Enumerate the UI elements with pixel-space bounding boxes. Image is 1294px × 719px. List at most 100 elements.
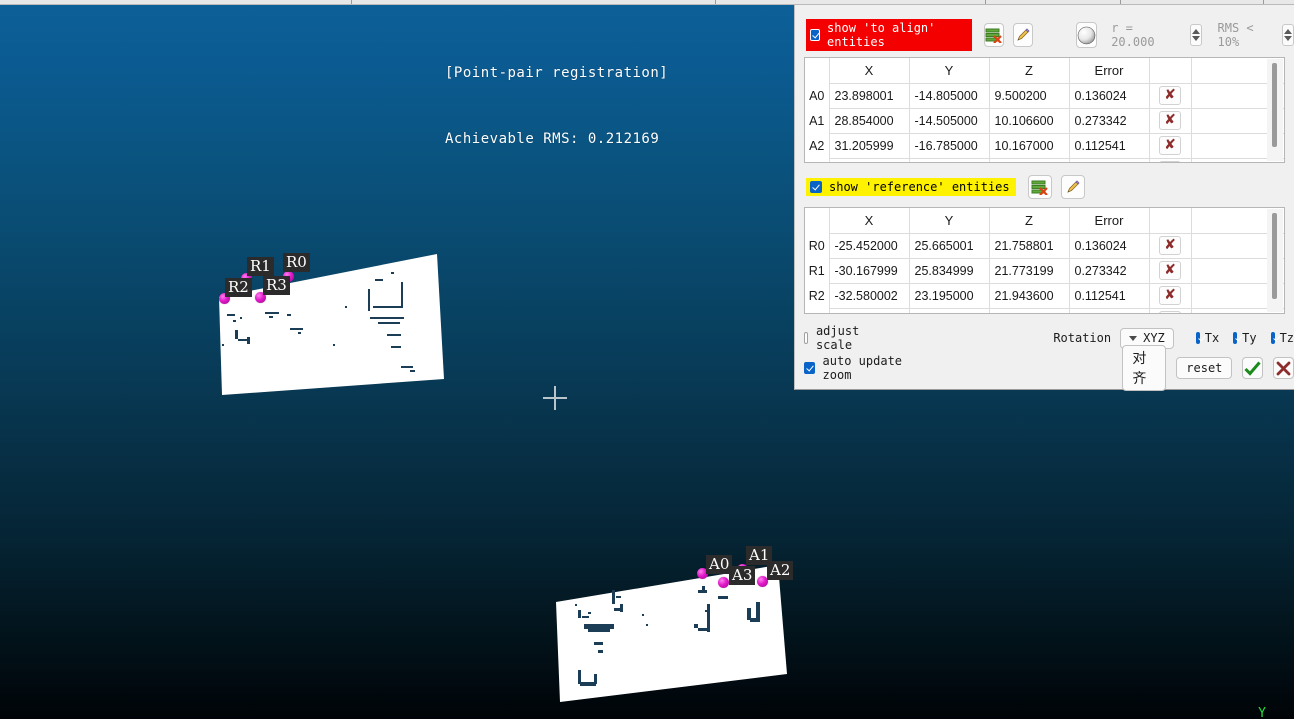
layers-icon-glyph [985, 28, 1003, 43]
rotation-select-value: XYZ [1143, 331, 1165, 345]
cell-z[interactable]: 9.500200 [988, 82, 1070, 109]
cell-x[interactable]: 23.898001 [828, 82, 910, 109]
window-tab-strip[interactable] [0, 0, 1294, 5]
cell-y[interactable]: -14.505000 [908, 107, 990, 134]
show-reference-entities-checkbox[interactable] [810, 181, 822, 193]
options-row: adjust scale Rotation XYZ Tx Ty Tz [795, 324, 1294, 352]
table-row[interactable]: A1 28.854000 -14.505000 10.106600 0.2733… [805, 107, 1284, 134]
ty-checkbox[interactable] [1233, 332, 1238, 344]
cancel-button[interactable] [1273, 357, 1294, 379]
layers-icon[interactable] [1027, 175, 1052, 199]
cell-y[interactable]: 25.834999 [908, 257, 990, 284]
table-row[interactable]: A0 23.898001 -14.805000 9.500200 0.13602… [805, 82, 1284, 109]
pencil-icon[interactable] [1060, 175, 1085, 199]
row-index: A0 [805, 83, 830, 108]
rms-threshold-value[interactable]: RMS < 10% [1218, 21, 1271, 49]
delete-row-cell[interactable]: ✘ [1148, 232, 1192, 259]
radius-value[interactable]: r = 20.000 [1111, 21, 1170, 49]
cell-y[interactable] [908, 157, 990, 162]
delete-row-cell[interactable]: ✘ [1148, 157, 1192, 162]
delete-x-icon[interactable]: ✘ [1159, 111, 1181, 130]
table-row[interactable]: R2 -32.580002 23.195000 21.943600 0.1125… [805, 282, 1284, 309]
delete-row-cell[interactable]: ✘ [1148, 82, 1192, 109]
point-pair-registration-panel[interactable]: show 'to align' entities r = 20.000 RMS … [794, 4, 1294, 391]
confirm-button[interactable] [1242, 357, 1264, 379]
tx-label: Tx [1204, 331, 1220, 345]
pencil-icon[interactable] [1012, 23, 1033, 47]
align-table-scroll-thumb[interactable] [1272, 63, 1277, 147]
cell-z[interactable]: 10.106600 [988, 107, 1070, 134]
delete-x-icon[interactable]: ✘ [1159, 311, 1181, 313]
ty-label: Ty [1242, 331, 1257, 345]
tz-checkbox[interactable] [1270, 332, 1275, 344]
auto-update-zoom-checkbox[interactable] [804, 362, 815, 374]
reference-table-scrollbar[interactable] [1267, 209, 1283, 312]
radius-spinner[interactable] [1189, 24, 1202, 46]
cell-z[interactable] [988, 307, 1070, 313]
align-points-table[interactable]: X Y Z Error A0 23.898001 -14.805000 9.50… [804, 57, 1285, 163]
delete-row-cell[interactable]: ✘ [1148, 307, 1192, 313]
cell-x[interactable] [828, 157, 910, 162]
cell-z[interactable]: 21.773199 [988, 257, 1070, 284]
show-to-align-entities-checkbox[interactable] [810, 29, 821, 41]
table-row[interactable]: R0 -25.452000 25.665001 21.758801 0.1360… [805, 232, 1284, 259]
cell-y[interactable]: -14.805000 [908, 82, 990, 109]
table-row[interactable]: R1 -30.167999 25.834999 21.773199 0.2733… [805, 257, 1284, 284]
sphere-icon[interactable] [1075, 22, 1098, 48]
adjust-scale-checkbox[interactable] [804, 332, 808, 344]
table-row[interactable]: A2 31.205999 -16.785000 10.167000 0.1125… [805, 132, 1284, 159]
align-table-scrollbar[interactable] [1267, 59, 1283, 161]
tab-divider [985, 0, 986, 4]
cell-error [1068, 157, 1150, 162]
delete-row-cell[interactable]: ✘ [1148, 257, 1192, 284]
reference-cloud-geometry [217, 254, 444, 395]
layers-icon[interactable] [984, 23, 1004, 47]
cell-z[interactable]: 10.167000 [988, 132, 1070, 159]
cell-y[interactable]: -16.785000 [908, 132, 990, 159]
column-header-y: Y [908, 208, 990, 234]
tab-divider [1120, 0, 1121, 4]
cell-x[interactable]: -32.580002 [828, 282, 910, 309]
rms-threshold-spinner[interactable] [1282, 24, 1294, 46]
cell-x[interactable]: 28.854000 [828, 107, 910, 134]
pencil-icon-glyph [1017, 28, 1030, 41]
column-header-delete [1148, 58, 1192, 84]
tx-checkbox[interactable] [1195, 332, 1200, 344]
delete-row-cell[interactable]: ✘ [1148, 282, 1192, 309]
cell-error: 0.273342 [1068, 107, 1150, 134]
delete-x-icon[interactable]: ✘ [1159, 86, 1181, 105]
align-point-marker[interactable] [718, 577, 729, 588]
cell-z[interactable] [988, 157, 1070, 162]
cell-x[interactable] [828, 307, 910, 313]
reference-point-label: R1 [247, 257, 274, 276]
delete-row-cell[interactable]: ✘ [1148, 132, 1192, 159]
delete-row-cell[interactable]: ✘ [1148, 107, 1192, 134]
delete-x-icon[interactable]: ✘ [1159, 261, 1181, 280]
cell-x[interactable]: -30.167999 [828, 257, 910, 284]
column-header-index [805, 208, 830, 233]
cell-y[interactable]: 23.195000 [908, 282, 990, 309]
align-point-cloud[interactable] [550, 544, 800, 709]
rotation-label: Rotation [1053, 331, 1112, 345]
delete-x-icon[interactable]: ✘ [1159, 286, 1181, 305]
cell-z[interactable]: 21.943600 [988, 282, 1070, 309]
reference-table-scroll-thumb[interactable] [1272, 213, 1277, 299]
show-to-align-entities-toggle[interactable]: show 'to align' entities [806, 19, 973, 51]
reference-points-table[interactable]: X Y Z Error R0 -25.452000 25.665001 21.7… [804, 207, 1285, 314]
cell-z[interactable]: 21.758801 [988, 232, 1070, 259]
cell-y[interactable] [908, 307, 990, 313]
table-row[interactable]: ✘ [805, 307, 1284, 313]
cell-error: 0.136024 [1068, 232, 1150, 259]
reset-button[interactable]: reset [1176, 357, 1233, 379]
cell-x[interactable]: 31.205999 [828, 132, 910, 159]
column-header-x: X [828, 58, 910, 84]
show-reference-entities-toggle[interactable]: show 'reference' entities [806, 178, 1016, 196]
cell-y[interactable]: 25.665001 [908, 232, 990, 259]
cell-x[interactable]: -25.452000 [828, 232, 910, 259]
delete-x-icon[interactable]: ✘ [1159, 161, 1181, 162]
table-row[interactable]: ✘ [805, 157, 1284, 162]
reference-point-cloud[interactable] [205, 244, 465, 409]
delete-x-icon[interactable]: ✘ [1159, 136, 1181, 155]
delete-x-icon[interactable]: ✘ [1159, 236, 1181, 255]
align-button[interactable]: 对齐 [1122, 345, 1167, 391]
